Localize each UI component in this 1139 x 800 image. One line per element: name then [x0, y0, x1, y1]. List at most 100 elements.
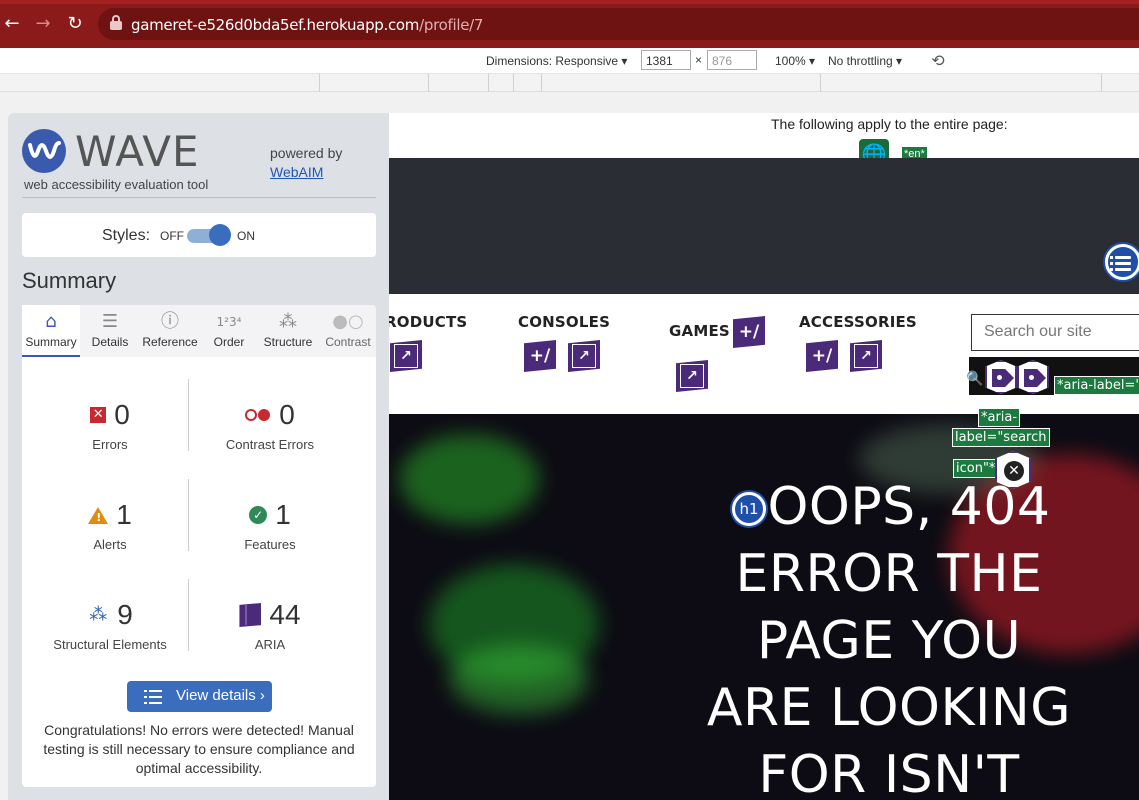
aria-link-icon[interactable]: ↗: [390, 340, 422, 372]
styles-toggle[interactable]: [187, 224, 231, 246]
reload-button[interactable]: ↻: [65, 14, 85, 34]
nav-games[interactable]: GAMES: [669, 322, 730, 340]
summary-card: ⌂ Summary ☰ Details ⓘ Reference 1²3⁴ Ord…: [22, 305, 376, 787]
tab-label: Summary: [25, 335, 77, 349]
view-details-button[interactable]: View details ›: [127, 681, 272, 712]
media-query-ruler[interactable]: [0, 74, 1139, 92]
contrast-errors-metric[interactable]: 0 Contrast Errors: [190, 397, 350, 452]
powered-by: powered by WebAIM: [270, 144, 342, 182]
tab-order[interactable]: 1²3⁴ Order: [205, 305, 253, 357]
summary-heading: Summary: [22, 268, 117, 293]
title-line: FOR ISN'T: [758, 745, 1020, 800]
tab-reference[interactable]: ⓘ Reference: [139, 305, 201, 357]
dimensions-label: Dimensions: Responsive: [486, 54, 619, 68]
congrats-message: Congratulations! No errors were detected…: [43, 722, 355, 776]
contrast-icon: ●○: [332, 311, 364, 332]
height-input[interactable]: 876: [707, 50, 757, 70]
forward-button[interactable]: →: [33, 14, 53, 34]
throttling-dropdown[interactable]: No throttling ▾: [828, 54, 902, 68]
contrast-errors-label: Contrast Errors: [225, 437, 315, 452]
aria-label-tag: *aria-label="s: [1054, 376, 1139, 395]
tab-strip: [0, 0, 1139, 4]
alert-icon: !: [88, 506, 109, 524]
times-sign: ×: [695, 53, 703, 67]
search-input[interactable]: Search our site: [971, 314, 1139, 351]
divider: [22, 197, 376, 198]
aria-count: 44: [269, 599, 301, 630]
aria-label-tag: icon"*: [953, 459, 999, 478]
url-path: /profile/7: [419, 16, 484, 34]
webaim-link[interactable]: WebAIM: [270, 164, 323, 180]
tab-structure[interactable]: ⁂ Structure: [258, 305, 318, 357]
features-label: Features: [244, 537, 296, 552]
feature-icon: ✓: [249, 506, 268, 524]
tab-details[interactable]: ☰ Details: [82, 305, 138, 357]
aria-expanded-icon[interactable]: +/−: [806, 340, 838, 372]
nav-products[interactable]: RODUCTS: [389, 313, 467, 331]
info-icon: ⓘ: [161, 311, 179, 332]
zoom-dropdown[interactable]: 100% ▾: [775, 54, 815, 68]
structural-label: Structural Elements: [53, 637, 167, 652]
alerts-metric[interactable]: ! 1 Alerts: [30, 497, 190, 552]
throttling-label: No throttling: [828, 54, 893, 68]
aria-link-icon[interactable]: ↗: [850, 340, 882, 372]
list-icon[interactable]: [1105, 244, 1139, 280]
errors-metric[interactable]: ✕ 0 Errors: [30, 397, 190, 452]
aria-link-icon[interactable]: ↗: [676, 360, 708, 392]
tab-label: Structure: [263, 335, 313, 349]
errors-label: Errors: [92, 437, 128, 452]
dimensions-dropdown[interactable]: Dimensions: Responsive ▾: [486, 54, 627, 68]
powered-by-label: powered by: [270, 145, 343, 161]
tab-label: Order: [213, 335, 245, 349]
rotate-icon[interactable]: ⟲: [928, 51, 948, 71]
tab-label: Details: [91, 335, 129, 349]
contrast-errors-count: 0: [279, 399, 295, 430]
browser-toolbar: ← → ↻ gameret-e526d0bda5ef.herokuapp.com…: [0, 0, 1139, 48]
aria-expanded-icon[interactable]: +/−: [733, 316, 765, 348]
order-icon: 1²3⁴: [216, 315, 242, 329]
features-metric[interactable]: ✓ 1 Features: [190, 497, 350, 552]
title-line: ERROR THE: [735, 544, 1043, 604]
tab-label: Reference: [142, 335, 198, 349]
alerts-count: 1: [116, 499, 132, 530]
structural-metric[interactable]: ⁂ 9 Structural Elements: [30, 597, 190, 652]
device-toolbar: Dimensions: Responsive ▾ 1381 × 876 100%…: [0, 48, 1139, 74]
back-button[interactable]: ←: [2, 14, 22, 34]
aria-expanded-icon[interactable]: +/−: [524, 340, 556, 372]
errors-count: 0: [114, 399, 130, 430]
aria-metric[interactable]: 44 ARIA: [190, 597, 350, 652]
title-line: ARE LOOKING: [706, 678, 1072, 738]
structure-icon: ⁂: [89, 604, 108, 625]
list-icon: [144, 690, 162, 704]
tab-contrast[interactable]: ●○ Contrast: [320, 305, 376, 357]
h1-icon[interactable]: h1: [732, 492, 766, 526]
close-icon[interactable]: ✕: [995, 451, 1031, 489]
lock-icon[interactable]: [110, 15, 122, 31]
aria-label-icon[interactable]: [1017, 360, 1049, 394]
wave-logo-icon: [22, 129, 66, 173]
structural-count: 9: [117, 599, 133, 630]
aria-icon: [239, 603, 262, 627]
search-icon[interactable]: 🔍: [966, 371, 983, 387]
entire-page-note: The following apply to the entire page:: [771, 116, 1008, 132]
aria-link-icon[interactable]: ↗: [568, 340, 600, 372]
aria-label-icon[interactable]: [985, 360, 1017, 394]
width-input[interactable]: 1381: [641, 50, 691, 70]
url-text[interactable]: gameret-e526d0bda5ef.herokuapp.com/profi…: [131, 16, 483, 34]
tab-label: Contrast: [325, 335, 371, 349]
nav-accessories[interactable]: ACCESSORIES: [799, 313, 917, 331]
wave-panel: WAVE web accessibility evaluation tool p…: [8, 113, 389, 800]
features-count: 1: [275, 499, 291, 530]
home-icon: ⌂: [45, 311, 57, 332]
structure-icon: ⁂: [279, 311, 297, 332]
wave-tagline: web accessibility evaluation tool: [24, 177, 209, 192]
contrast-error-icon: [245, 409, 271, 421]
aria-label-tag: *aria-: [978, 408, 1021, 427]
site-header: [389, 158, 1139, 294]
on-label: ON: [237, 229, 255, 243]
url-host: gameret-e526d0bda5ef.herokuapp.com: [131, 16, 420, 34]
nav-consoles[interactable]: CONSOLES: [518, 313, 610, 331]
styles-label: Styles:: [102, 227, 151, 244]
tab-summary[interactable]: ⌂ Summary: [22, 305, 80, 357]
zoom-label: 100%: [775, 54, 806, 68]
